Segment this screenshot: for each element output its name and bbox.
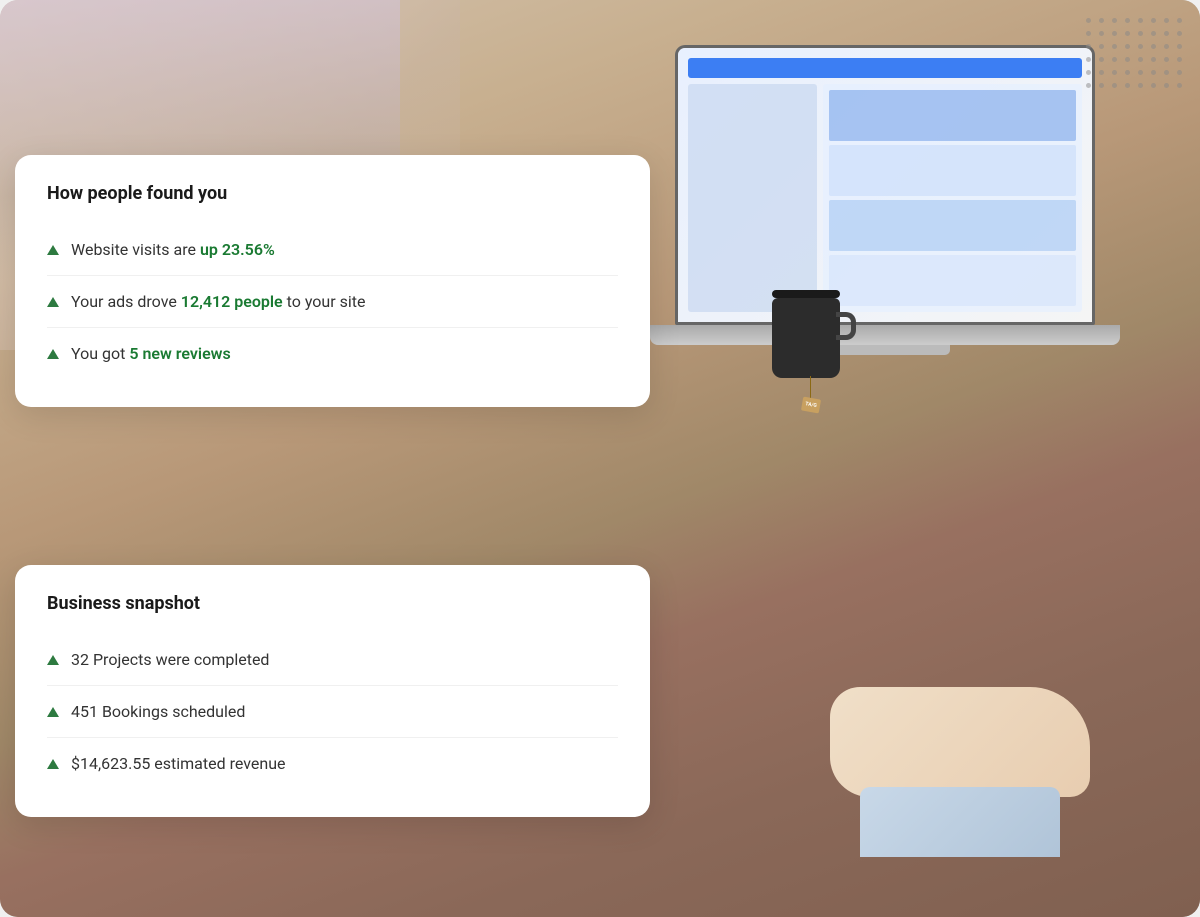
card-item-projects: 32 Projects were completed [47, 634, 618, 686]
arrow-up-icon-6 [47, 759, 59, 769]
card-item-ads-text: Your ads drove 12,412 people to your sit… [71, 292, 365, 311]
card-item-bookings: 451 Bookings scheduled [47, 686, 618, 738]
ads-highlight: 12,412 people [181, 292, 283, 311]
reviews-highlight: 5 new reviews [129, 344, 230, 363]
hand-area [830, 687, 1120, 867]
card-top-title: How people found you [47, 183, 618, 204]
arrow-up-icon-2 [47, 297, 59, 307]
card-item-reviews-text: You got 5 new reviews [71, 344, 231, 363]
arrow-up-icon-5 [47, 707, 59, 717]
card-item-ads: Your ads drove 12,412 people to your sit… [47, 276, 618, 328]
arrow-up-icon-4 [47, 655, 59, 665]
dot-grid [1086, 18, 1182, 96]
coffee-cup: TA/G [772, 290, 840, 378]
card-item-reviews: You got 5 new reviews [47, 328, 618, 379]
card-how-people-found-you: How people found you Website visits are … [15, 155, 650, 407]
card-item-revenue-text: $14,623.55 estimated revenue [71, 754, 286, 773]
card-item-website-visits: Website visits are up 23.56% [47, 224, 618, 276]
card-item-revenue: $14,623.55 estimated revenue [47, 738, 618, 789]
card-item-bookings-text: 451 Bookings scheduled [71, 702, 245, 721]
laptop-area [620, 45, 1150, 425]
card-item-projects-text: 32 Projects were completed [71, 650, 269, 669]
arrow-up-icon [47, 245, 59, 255]
arrow-up-icon-3 [47, 349, 59, 359]
card-bottom-title: Business snapshot [47, 593, 618, 614]
card-item-website-visits-text: Website visits are up 23.56% [71, 240, 275, 259]
website-visits-highlight: up 23.56% [200, 240, 275, 259]
card-business-snapshot: Business snapshot 32 Projects were compl… [15, 565, 650, 817]
